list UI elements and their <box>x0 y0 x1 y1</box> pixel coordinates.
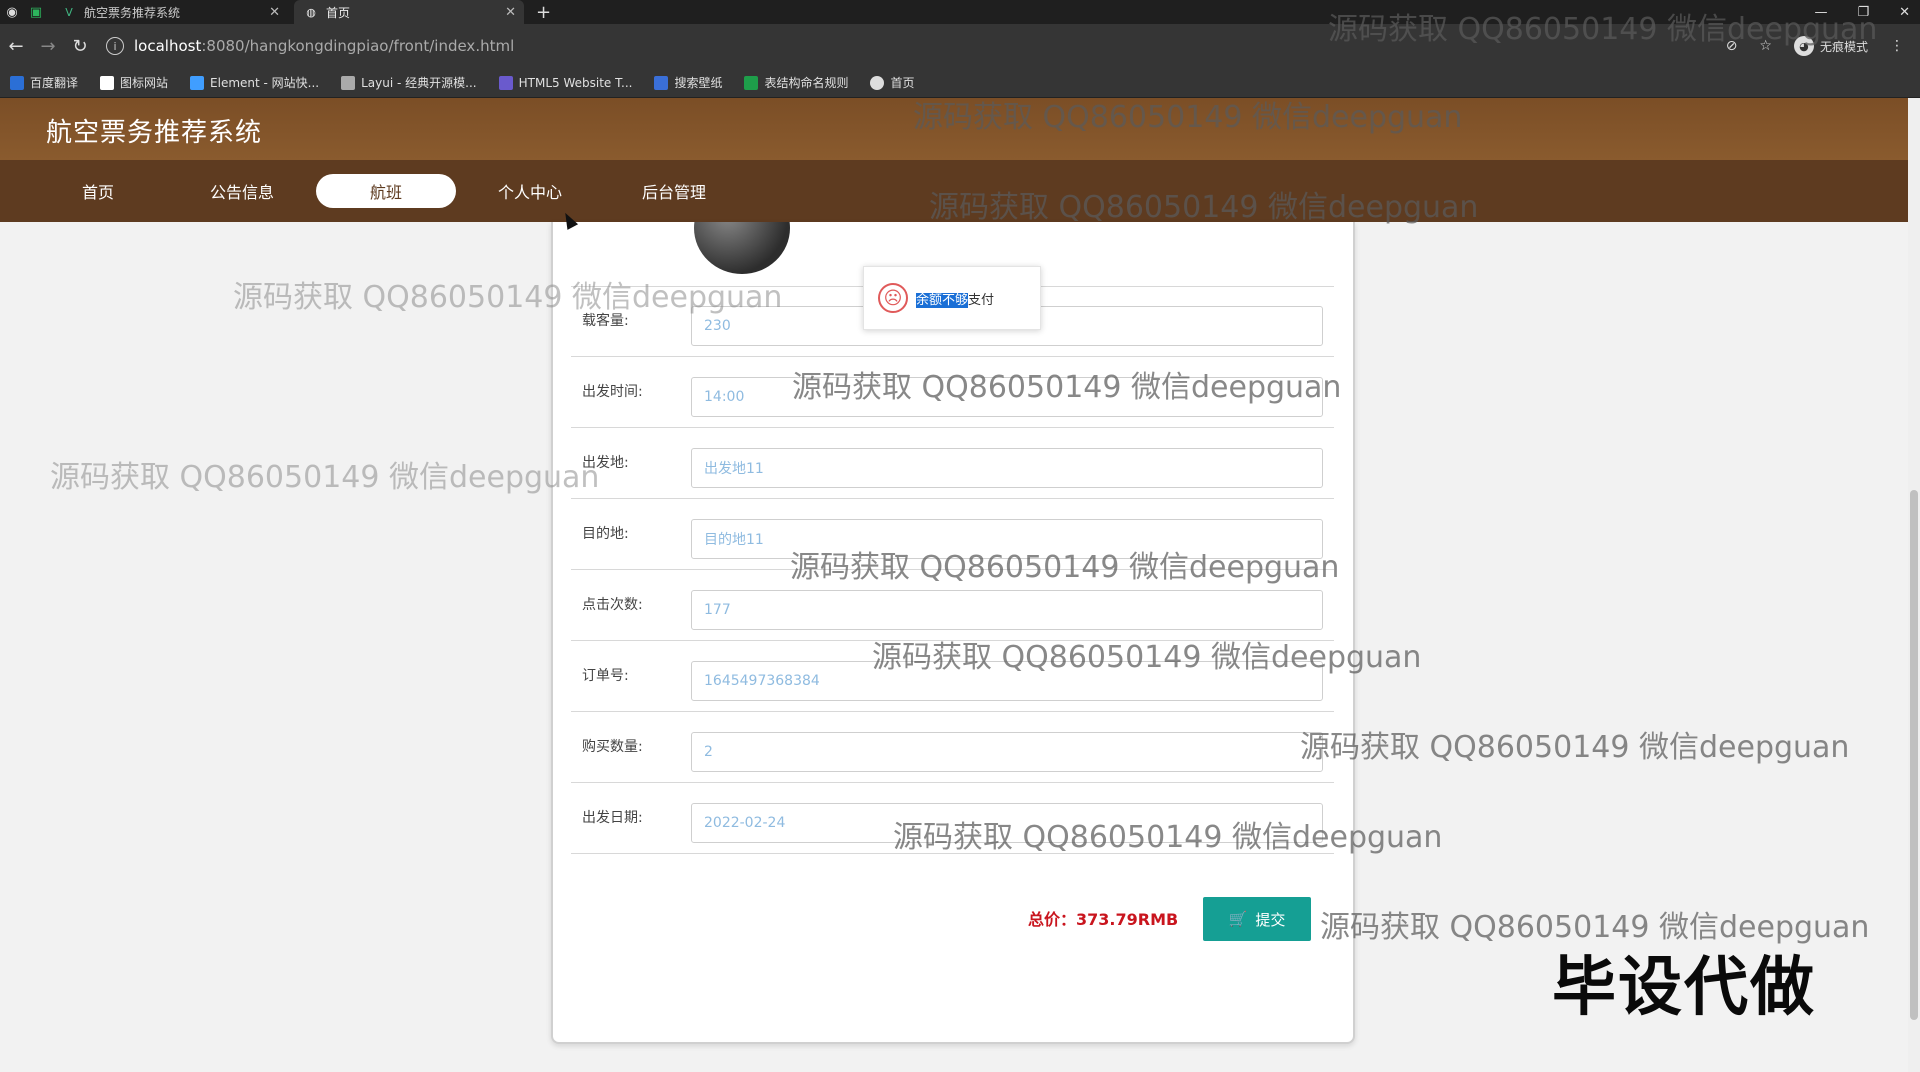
browser-menu-icon[interactable]: ◉ <box>0 0 24 24</box>
quantity-field[interactable]: 2 <box>691 732 1323 772</box>
incognito-label: 无痕模式 <box>1819 39 1868 54</box>
nav-notices[interactable]: 公告信息 <box>172 174 312 208</box>
departure-date-field[interactable]: 2022-02-24 <box>691 803 1323 843</box>
field-label-departure-time: 出发时间: <box>582 384 643 400</box>
tab-title: 航空票务推荐系统 <box>84 5 181 20</box>
row-divider <box>571 853 1334 854</box>
sad-face-icon: ☹ <box>878 283 908 313</box>
error-toast: ☹ 余额不够支付 <box>863 266 1041 330</box>
submit-button[interactable]: 🛒 提交 <box>1203 897 1311 941</box>
departure-time-field[interactable]: 14:00 <box>691 377 1323 417</box>
globe-icon: ◍ <box>306 5 316 19</box>
toast-rest-text: 支付 <box>968 292 995 308</box>
bookmark-item[interactable]: Element - 网站快... <box>190 74 319 91</box>
restore-icon[interactable]: ❐ <box>1857 5 1869 20</box>
total-price: 总价：373.79RMB <box>1028 910 1179 929</box>
browser-tab-active[interactable]: ◍ 首页 ✕ <box>294 0 524 24</box>
browser-tab-bar: ◉ ▣ V 航空票务推荐系统 ✕ ◍ 首页 ✕ + — ❐ ✕ <box>0 0 1920 24</box>
row-divider <box>571 356 1334 357</box>
page-scrollbar[interactable] <box>1908 98 1920 1072</box>
new-tab-button[interactable]: + <box>536 2 551 23</box>
extension-icon[interactable]: ▣ <box>24 0 48 24</box>
bookmark-item[interactable]: Layui - 经典开源模... <box>341 74 477 91</box>
reload-icon[interactable]: ↻ <box>64 36 96 57</box>
bookmark-item[interactable]: 首页 <box>870 74 915 91</box>
address-bar: ← → ↻ i localhost :8080/hangkongdingpiao… <box>0 24 1920 68</box>
main-nav: 首页 公告信息 航班 个人中心 后台管理 <box>0 160 1908 222</box>
html5-icon <box>498 75 513 90</box>
eye-off-icon[interactable]: ⊘ <box>1726 38 1738 54</box>
close-window-icon[interactable]: ✕ <box>1899 5 1910 20</box>
row-divider <box>571 782 1334 783</box>
bookmarks-bar: 百度翻译 图标网站 Element - 网站快... Layui - 经典开源模… <box>0 68 1920 98</box>
watermark: 源码获取 QQ86050149 微信deepguan <box>50 460 600 495</box>
globe-icon <box>870 75 885 90</box>
app-title: 航空票务推荐系统 <box>46 118 263 148</box>
layui-icon <box>341 75 356 90</box>
bookmark-item[interactable]: 百度翻译 <box>10 74 78 91</box>
url-path: :8080/hangkongdingpiao/front/index.html <box>201 37 515 55</box>
forward-icon[interactable]: → <box>32 36 64 57</box>
url-host: localhost <box>134 37 202 55</box>
nav-admin[interactable]: 后台管理 <box>604 174 744 208</box>
sheet-icon <box>744 75 759 90</box>
nav-home[interactable]: 首页 <box>28 174 168 208</box>
field-label-departure-date: 出发日期: <box>582 810 643 826</box>
more-menu-icon[interactable]: ⋮ <box>1890 38 1904 54</box>
address-actions: ⊘ ☆ ◕ 无痕模式 ⋮ <box>1726 24 1904 68</box>
url-field[interactable]: i localhost :8080/hangkongdingpiao/front… <box>106 31 1746 61</box>
row-divider <box>571 711 1334 712</box>
bookmark-item[interactable]: 图标网站 <box>100 74 168 91</box>
translate-icon <box>10 75 24 90</box>
row-divider <box>571 427 1334 428</box>
bookmark-item[interactable]: 表结构命名规则 <box>744 74 848 91</box>
close-icon[interactable]: ✕ <box>505 5 516 20</box>
row-divider <box>571 640 1334 641</box>
nav-flights[interactable]: 航班 <box>316 174 456 208</box>
field-label-destination: 目的地: <box>582 526 629 542</box>
info-icon[interactable]: i <box>106 37 124 55</box>
toast-highlighted-text: 余额不够 <box>916 292 969 308</box>
scrollbar-thumb[interactable] <box>1910 490 1918 1020</box>
element-icon <box>190 75 205 90</box>
field-label-quantity: 购买数量: <box>582 739 643 755</box>
bookmark-item[interactable]: HTML5 Website T... <box>498 75 632 90</box>
field-label-origin: 出发地: <box>582 455 629 471</box>
wallpaper-icon <box>654 75 669 90</box>
incognito-indicator[interactable]: ◕ 无痕模式 <box>1793 36 1868 56</box>
submit-label: 提交 <box>1255 910 1286 929</box>
clicks-field[interactable]: 177 <box>691 590 1323 630</box>
browser-tab[interactable]: V 航空票务推荐系统 ✕ <box>52 0 288 24</box>
minimize-icon[interactable]: — <box>1814 5 1827 20</box>
incognito-icon: ◕ <box>1793 36 1814 56</box>
toast-message: 余额不够支付 <box>916 289 994 308</box>
watermark: 源码获取 QQ86050149 微信deepguan <box>1300 730 1850 765</box>
window-controls: — ❐ ✕ <box>1814 0 1910 24</box>
vue-icon: V <box>65 5 73 19</box>
destination-field[interactable]: 目的地11 <box>691 519 1323 559</box>
cart-icon: 🛒 <box>1228 910 1248 928</box>
promo-stamp: 毕设代做 <box>1552 951 1816 1025</box>
row-divider <box>571 569 1334 570</box>
order-number-field[interactable]: 1645497368384 <box>691 661 1323 701</box>
field-label-clicks: 点击次数: <box>582 597 643 613</box>
star-icon[interactable]: ☆ <box>1759 38 1772 54</box>
bookmark-item[interactable]: 搜索壁纸 <box>654 74 722 91</box>
tab-title: 首页 <box>326 5 351 20</box>
flight-image <box>694 222 790 274</box>
back-icon[interactable]: ← <box>0 36 32 57</box>
close-icon[interactable]: ✕ <box>269 5 280 20</box>
flag-icon <box>100 75 115 90</box>
field-label-capacity: 载客量: <box>582 313 629 329</box>
row-divider <box>571 498 1334 499</box>
field-label-order-number: 订单号: <box>582 668 629 684</box>
nav-personal-center[interactable]: 个人中心 <box>460 174 600 208</box>
app-header: 航空票务推荐系统 <box>0 98 1908 160</box>
origin-field[interactable]: 出发地11 <box>691 448 1323 488</box>
